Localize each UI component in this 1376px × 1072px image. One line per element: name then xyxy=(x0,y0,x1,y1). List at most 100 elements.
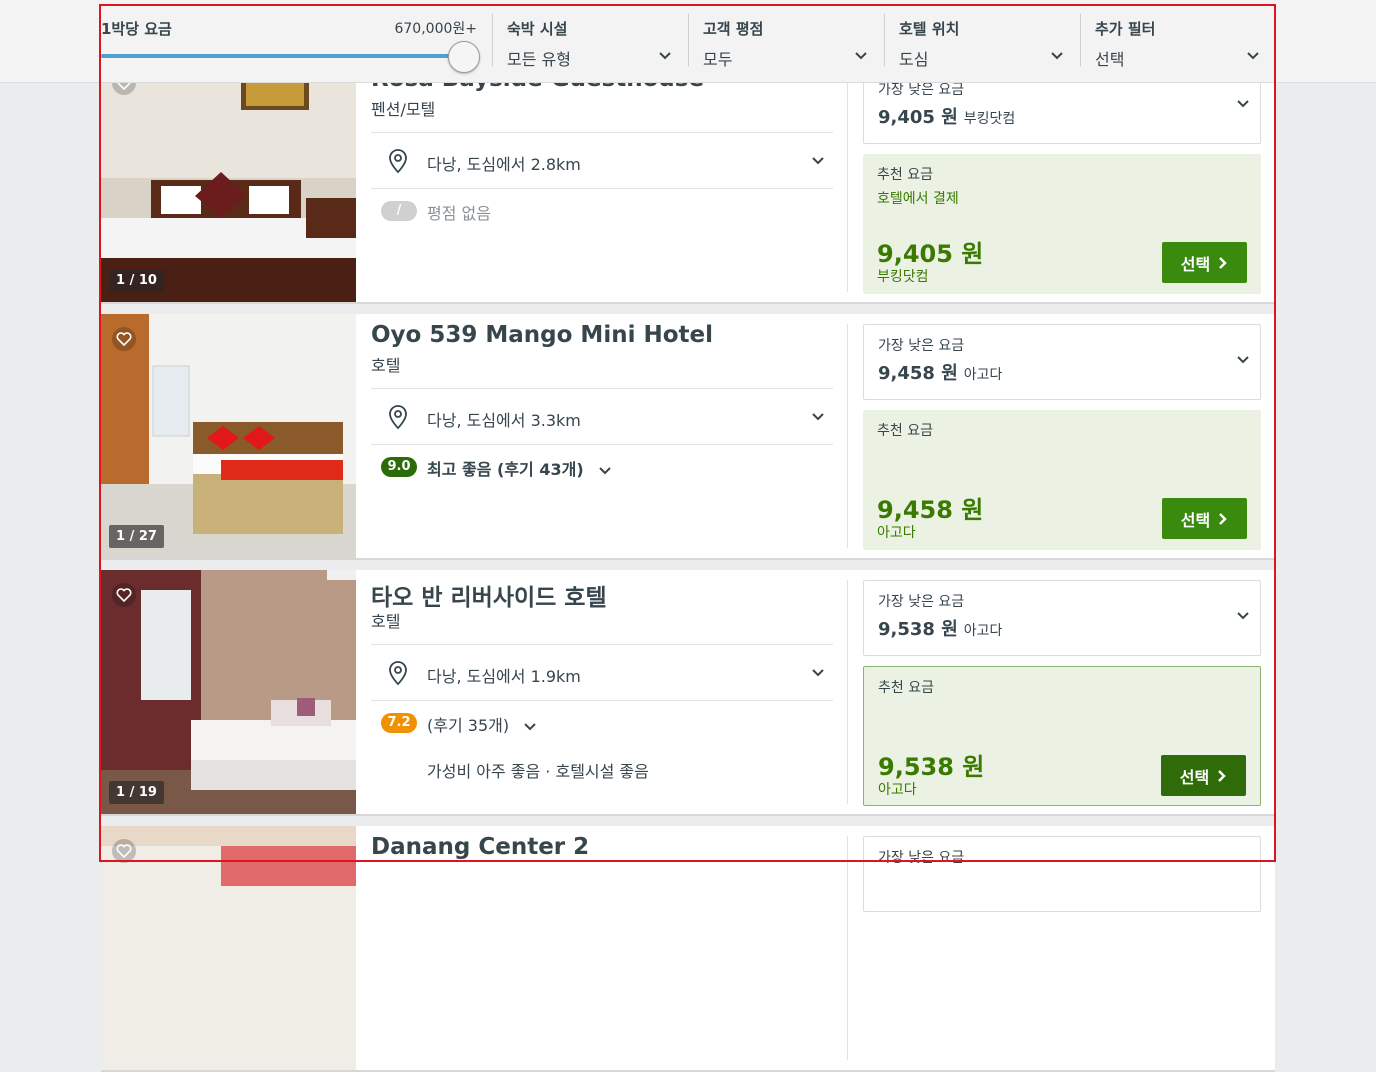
payment-note: 호텔에서 결제 xyxy=(877,191,959,207)
hotel-photo[interactable] xyxy=(101,826,356,1070)
chevron-down-icon xyxy=(524,722,536,730)
divider xyxy=(371,188,833,189)
chevron-down-icon[interactable] xyxy=(811,154,825,168)
divider xyxy=(371,444,833,445)
recommended-price-box[interactable]: 추천 요금 9,458 원 아고다 선택 xyxy=(863,410,1261,550)
filter-value: 선택 xyxy=(1095,50,1125,69)
price-filter-label: 1박당 요금 xyxy=(101,20,172,38)
hotel-name[interactable]: 타오 반 리버사이드 호텔 xyxy=(371,578,607,612)
filter-title: 고객 평점 xyxy=(703,20,764,38)
photo-counter: 1 / 10 xyxy=(109,269,164,292)
chevron-down-icon xyxy=(1051,52,1063,60)
hotel-name[interactable]: Danang Center 2 xyxy=(371,834,589,860)
hotel-info: Rosa Bayside Guesthouse 펜션/모텔 다낭, 도심에서 2… xyxy=(371,58,833,302)
divider xyxy=(371,644,833,645)
rating-badge: / xyxy=(381,201,417,221)
chevron-down-icon[interactable] xyxy=(811,410,825,424)
chevron-down-icon xyxy=(659,52,671,60)
lowest-price: 9,405 원 부킹닷컴 xyxy=(878,103,1015,129)
recommended-price-label: 추천 요금 xyxy=(877,423,933,439)
hotel-card: 1 / 10 Rosa Bayside Guesthouse 펜션/모텔 다낭,… xyxy=(101,58,1275,304)
filter-value: 모든 유형 xyxy=(507,50,571,69)
hotel-card: Danang Center 2 가장 낮은 요금 xyxy=(101,826,1275,1072)
chevron-down-icon[interactable] xyxy=(1236,609,1250,623)
heart-icon[interactable] xyxy=(111,838,137,864)
recommended-price: 9,458 원 xyxy=(877,496,984,524)
map-pin-icon xyxy=(389,405,407,430)
hotel-info: 타오 반 리버사이드 호텔 호텔 다낭, 도심에서 1.9km 7.2 (후기 … xyxy=(371,570,833,814)
map-pin-icon xyxy=(389,661,407,686)
hotel-photo-image xyxy=(101,314,356,558)
rating-text-row[interactable]: 최고 좋음 (후기 43개) xyxy=(427,456,612,480)
recommended-price-label: 추천 요금 xyxy=(877,167,933,183)
photo-counter: 1 / 27 xyxy=(109,525,164,548)
hotel-photo-image xyxy=(101,58,356,302)
lowest-price-value: 9,405 원 xyxy=(878,107,958,128)
price-slider-thumb[interactable] xyxy=(448,41,480,73)
price-filter-max: 670,000원+ xyxy=(394,21,477,37)
lowest-price-label: 가장 낮은 요금 xyxy=(878,338,965,354)
heart-icon[interactable] xyxy=(111,326,137,352)
divider xyxy=(371,700,833,701)
chevron-down-icon[interactable] xyxy=(811,666,825,680)
divider xyxy=(847,580,848,804)
select-button[interactable]: 선택 xyxy=(1161,755,1246,796)
chevron-down-icon[interactable] xyxy=(1236,97,1250,111)
filter-more[interactable]: 추가 필터 선택 xyxy=(1080,14,1260,69)
map-pin-icon xyxy=(389,149,407,174)
lowest-price-value: 9,538 원 xyxy=(878,619,958,640)
recommended-provider: 아고다 xyxy=(877,525,916,541)
hotel-info: Danang Center 2 xyxy=(371,826,833,1070)
hotel-location[interactable]: 다낭, 도심에서 1.9km xyxy=(427,663,581,687)
photo-counter: 1 / 19 xyxy=(109,781,164,804)
select-button[interactable]: 선택 xyxy=(1162,498,1247,539)
select-button-label: 선택 xyxy=(1180,254,1211,274)
rating-text-row[interactable]: (후기 35개) xyxy=(427,712,537,736)
recommended-price-box[interactable]: 추천 요금 9,538 원 아고다 선택 xyxy=(863,666,1261,806)
heart-icon[interactable] xyxy=(111,582,137,608)
hotel-card: 1 / 27 Oyo 539 Mango Mini Hotel 호텔 다낭, 도… xyxy=(101,314,1275,560)
lowest-price-value: 9,458 원 xyxy=(878,363,958,384)
filter-bar: 1박당 요금 670,000원+ 숙박 시설 모든 유형 고객 평점 모두 호텔… xyxy=(0,0,1376,83)
rating-text: 평점 없음 xyxy=(427,204,491,223)
hotel-photo[interactable]: 1 / 10 xyxy=(101,58,356,302)
recommended-price: 9,405 원 xyxy=(877,240,984,268)
chevron-down-icon xyxy=(855,52,867,60)
lowest-price-box[interactable]: 가장 낮은 요금 xyxy=(863,836,1261,912)
filter-hotel-location[interactable]: 호텔 위치 도심 xyxy=(884,14,1064,69)
divider xyxy=(847,836,848,1060)
filter-title: 호텔 위치 xyxy=(899,20,960,38)
filter-guest-rating[interactable]: 고객 평점 모두 xyxy=(688,14,868,69)
lowest-price: 9,458 원 아고다 xyxy=(878,359,1002,385)
lowest-price-box[interactable]: 가장 낮은 요금 9,538 원 아고다 xyxy=(863,580,1261,656)
divider xyxy=(371,388,833,389)
select-button-label: 선택 xyxy=(1179,767,1210,787)
recommended-provider: 부킹닷컴 xyxy=(877,269,929,285)
hotel-name[interactable]: Oyo 539 Mango Mini Hotel xyxy=(371,322,713,348)
lowest-price-provider: 아고다 xyxy=(963,623,1003,639)
lowest-price-provider: 아고다 xyxy=(963,367,1003,383)
filter-title: 추가 필터 xyxy=(1095,20,1156,38)
price-slider-track[interactable] xyxy=(101,54,463,58)
filter-value: 도심 xyxy=(899,50,929,69)
chevron-down-icon xyxy=(1247,52,1259,60)
hotel-location[interactable]: 다낭, 도심에서 2.8km xyxy=(427,151,581,175)
select-button[interactable]: 선택 xyxy=(1162,242,1247,283)
chevron-down-icon[interactable] xyxy=(1236,353,1250,367)
rating-highlights: 가성비 아주 좋음 · 호텔시설 좋음 xyxy=(427,762,649,781)
lowest-price-provider: 부킹닷컴 xyxy=(963,111,1016,127)
recommended-price-box[interactable]: 추천 요금 호텔에서 결제 9,405 원 부킹닷컴 선택 xyxy=(863,154,1261,294)
price-filter: 1박당 요금 670,000원+ xyxy=(101,0,481,82)
recommended-price: 9,538 원 xyxy=(878,753,985,781)
divider xyxy=(847,68,848,292)
hotel-type: 펜션/모텔 xyxy=(371,100,436,119)
filter-accommodation[interactable]: 숙박 시설 모든 유형 xyxy=(492,14,672,69)
lowest-price-box[interactable]: 가장 낮은 요금 9,458 원 아고다 xyxy=(863,324,1261,400)
select-button-label: 선택 xyxy=(1180,510,1211,530)
hotel-photo[interactable]: 1 / 27 xyxy=(101,314,356,558)
hotel-location[interactable]: 다낭, 도심에서 3.3km xyxy=(427,407,581,431)
hotel-photo-image xyxy=(101,570,356,814)
filter-title: 숙박 시설 xyxy=(507,20,568,38)
hotel-card: 1 / 19 타오 반 리버사이드 호텔 호텔 다낭, 도심에서 1.9km 7… xyxy=(101,570,1275,816)
hotel-photo[interactable]: 1 / 19 xyxy=(101,570,356,814)
